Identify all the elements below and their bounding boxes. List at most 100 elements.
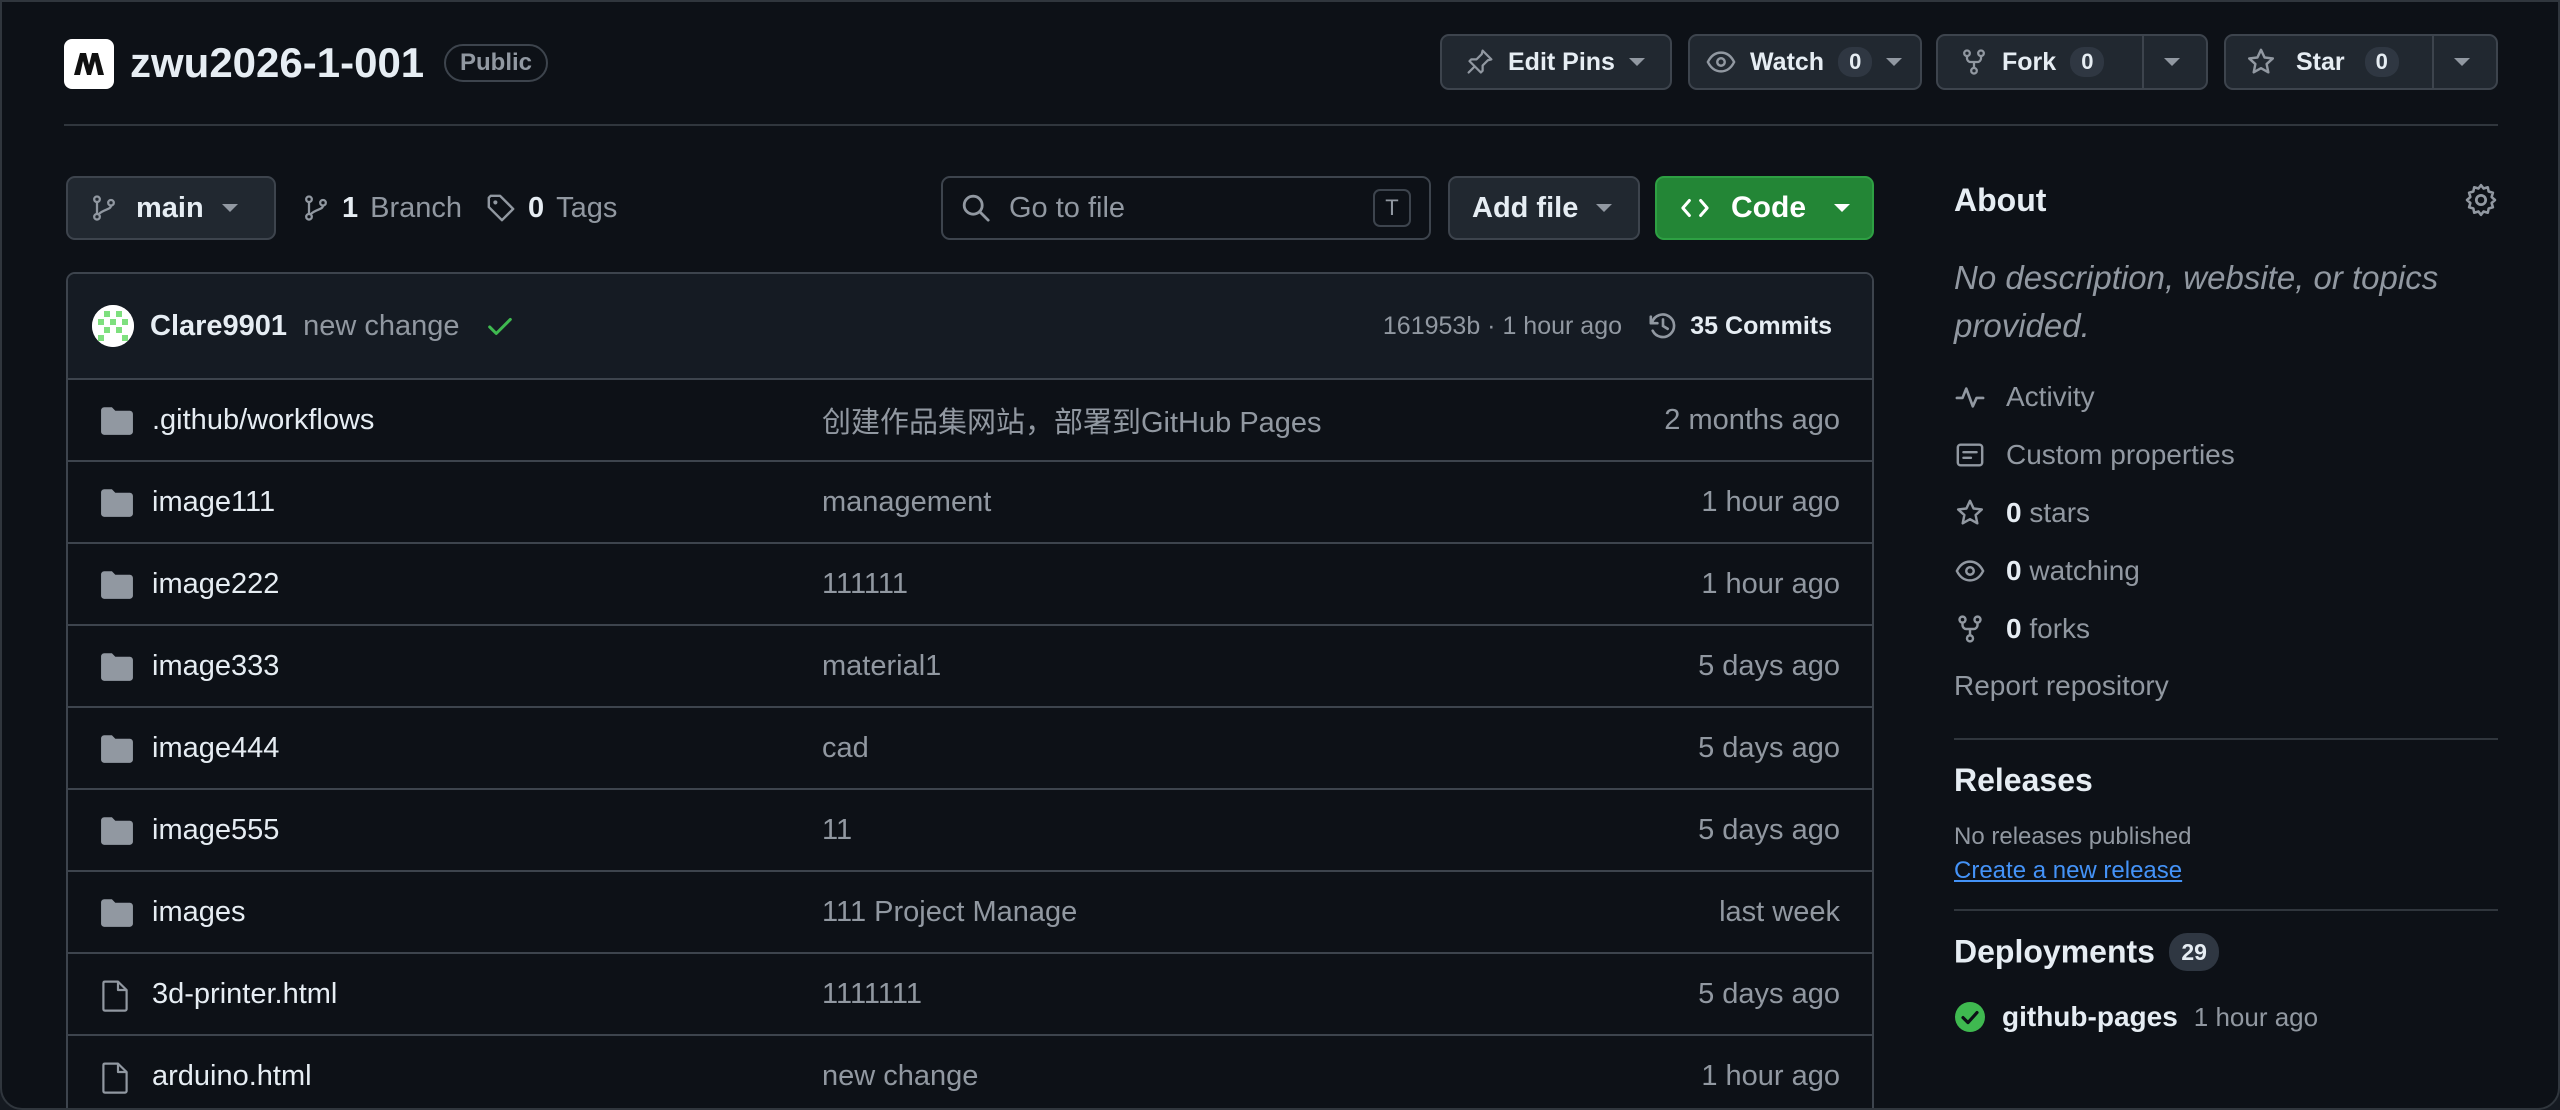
watching-count: 0	[2006, 555, 2022, 586]
commit-author[interactable]: Clare9901	[150, 310, 287, 343]
table-row[interactable]: .github/workflows 创建作品集网站，部署到GitHub Pages…	[68, 380, 1872, 462]
tag-icon	[486, 193, 516, 223]
table-row[interactable]: image444 cad 5 days ago	[68, 708, 1872, 790]
deployment-name[interactable]: github-pages	[2002, 1001, 2178, 1033]
file-name[interactable]: images	[152, 896, 246, 929]
file-name[interactable]: image333	[152, 650, 279, 683]
code-label: Code	[1731, 191, 1806, 224]
chevron-down-icon	[1628, 58, 1645, 66]
watch-button[interactable]: Watch 0	[1688, 34, 1922, 90]
gear-icon[interactable]	[2464, 183, 2498, 217]
table-row[interactable]: 3d-printer.html 1111111 5 days ago	[68, 954, 1872, 1036]
commit-sha[interactable]: 161953b	[1383, 312, 1480, 340]
stars-count: 0	[2006, 497, 2022, 528]
chevron-down-icon	[2454, 58, 2470, 66]
star-dropdown-button[interactable]	[2434, 36, 2486, 88]
folder-icon	[100, 816, 134, 846]
file-name[interactable]: image555	[152, 814, 279, 847]
folder-icon	[100, 652, 134, 682]
go-to-file-input[interactable]: Go to file T	[941, 176, 1431, 240]
file-commit-message[interactable]: 创建作品集网站，部署到GitHub Pages	[822, 399, 1322, 441]
branch-icon	[90, 193, 118, 223]
forks-count: 0	[2006, 613, 2022, 644]
tags-link[interactable]: 0 Tags	[486, 176, 617, 240]
divider	[1954, 909, 2498, 911]
commit-time: 1 hour ago	[1502, 311, 1622, 340]
file-name[interactable]: 3d-printer.html	[152, 978, 337, 1011]
check-icon[interactable]	[485, 311, 515, 341]
watching-link[interactable]: 0 watching	[1954, 542, 2498, 600]
check-circle-icon	[1954, 1001, 1986, 1033]
file-commit-time: last week	[1719, 895, 1840, 928]
browser-frame: zwu2026-1-001 Public Edit Pins Watch 0 F…	[0, 0, 2560, 1110]
fork-button-group: Fork 0	[1936, 34, 2208, 90]
commits-label: 35 Commits	[1690, 311, 1832, 340]
file-name[interactable]: image111	[152, 486, 275, 519]
repo-header: zwu2026-1-001 Public Edit Pins Watch 0 F…	[64, 2, 2498, 126]
file-commit-message[interactable]: 111 Project Manage	[822, 896, 1077, 929]
chevron-down-icon	[1834, 204, 1850, 212]
file-commit-message[interactable]: 11	[822, 814, 852, 847]
repo-name[interactable]: zwu2026-1-001	[130, 38, 424, 88]
deployment-item[interactable]: github-pages 1 hour ago	[1954, 1001, 2498, 1033]
file-name[interactable]: arduino.html	[152, 1060, 312, 1093]
fork-button[interactable]: Fork 0	[1938, 36, 2142, 88]
forks-link[interactable]: 0 forks	[1954, 600, 2498, 658]
custom-properties-link[interactable]: Custom properties	[1954, 426, 2498, 484]
visibility-badge: Public	[444, 44, 549, 82]
avatar[interactable]	[92, 305, 134, 347]
about-header: About	[1954, 172, 2498, 228]
star-button-group: Star 0	[2224, 34, 2498, 90]
folder-icon	[100, 406, 134, 436]
folder-icon	[100, 488, 134, 518]
code-button[interactable]: Code	[1655, 176, 1874, 240]
create-release-link[interactable]: Create a new release	[1954, 857, 2498, 885]
table-row[interactable]: arduino.html new change 1 hour ago	[68, 1036, 1872, 1108]
releases-title[interactable]: Releases	[1954, 762, 2498, 799]
commit-separator: ·	[1487, 311, 1496, 340]
file-commit-message[interactable]: 111111	[822, 568, 908, 601]
table-row[interactable]: image222 111111 1 hour ago	[68, 544, 1872, 626]
about-title: About	[1954, 181, 2047, 218]
stars-label: stars	[2029, 497, 2091, 528]
file-commit-message[interactable]: 1111111	[822, 978, 922, 1011]
table-row[interactable]: image555 11 5 days ago	[68, 790, 1872, 872]
file-name[interactable]: .github/workflows	[152, 404, 374, 437]
folder-icon	[100, 898, 134, 928]
eye-icon	[1706, 47, 1736, 77]
branch-selector[interactable]: main	[66, 176, 276, 240]
tag-label: Tags	[556, 191, 618, 224]
table-row[interactable]: images 111 Project Manage last week	[68, 872, 1872, 954]
repo-owner-logo[interactable]	[64, 39, 114, 89]
file-name[interactable]: image444	[152, 732, 279, 765]
note-icon	[1954, 440, 1986, 470]
table-row[interactable]: image111 management 1 hour ago	[68, 462, 1872, 544]
fork-label: Fork	[2002, 47, 2057, 76]
file-commit-message[interactable]: cad	[822, 732, 869, 765]
file-name[interactable]: image222	[152, 568, 279, 601]
edit-pins-button[interactable]: Edit Pins	[1440, 34, 1672, 90]
file-commit-message[interactable]: material1	[822, 650, 941, 683]
branches-link[interactable]: 1 Branch	[302, 176, 462, 240]
file-commit-message[interactable]: management	[822, 486, 991, 519]
file-commit-time: 5 days ago	[1698, 813, 1840, 846]
report-repository-link[interactable]: Report repository	[1954, 658, 2498, 714]
file-icon	[100, 980, 130, 1012]
table-row[interactable]: image333 material1 5 days ago	[68, 626, 1872, 708]
branch-count: 1	[342, 191, 359, 224]
add-file-button[interactable]: Add file	[1448, 176, 1640, 240]
forks-label: forks	[2029, 613, 2091, 644]
commits-link[interactable]: 35 Commits	[1648, 311, 1832, 341]
fork-dropdown-button[interactable]	[2144, 36, 2196, 88]
commit-message[interactable]: new change	[303, 310, 459, 343]
pulse-icon	[1954, 382, 1986, 412]
tag-count: 0	[528, 191, 545, 224]
deployments-title[interactable]: Deployments	[1954, 934, 2155, 970]
file-commit-time: 1 hour ago	[1701, 485, 1840, 518]
star-icon	[1954, 498, 1986, 528]
activity-label: Activity	[2006, 381, 2095, 412]
stars-link[interactable]: 0 stars	[1954, 484, 2498, 542]
star-button[interactable]: Star 0	[2226, 36, 2432, 88]
activity-link[interactable]: Activity	[1954, 368, 2498, 426]
file-commit-message[interactable]: new change	[822, 1060, 978, 1093]
